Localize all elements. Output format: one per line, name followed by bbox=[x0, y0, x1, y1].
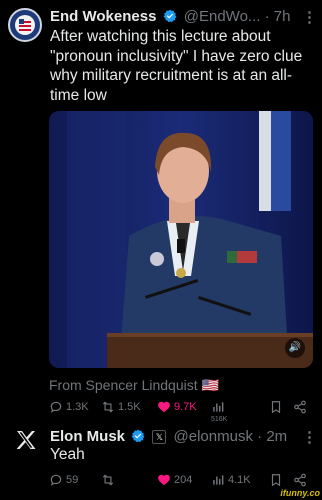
attribution-text: From Spencer Lindquist bbox=[49, 377, 198, 393]
tweet2-actions: 59 204 4.1K bbox=[49, 473, 316, 491]
repost-icon bbox=[102, 401, 114, 413]
reply-button[interactable]: 59 bbox=[49, 473, 78, 487]
repost-button[interactable] bbox=[101, 473, 115, 487]
reply-count: 1.3K bbox=[66, 401, 89, 413]
tweet-actions: 1.3K 1.5K 9.7K 516K bbox=[49, 400, 316, 423]
tweet-time[interactable]: 7h bbox=[274, 8, 291, 25]
bookmark-icon bbox=[271, 474, 281, 487]
reply-icon bbox=[50, 401, 62, 413]
reply-icon bbox=[50, 474, 62, 486]
watermark: ifunny.co bbox=[280, 488, 320, 498]
more-icon[interactable]: ⋮ bbox=[302, 428, 317, 446]
bookmark-button[interactable] bbox=[269, 473, 283, 487]
views-count: 4.1K bbox=[228, 474, 251, 486]
repost-button[interactable]: 1.5K bbox=[101, 400, 141, 414]
views-icon bbox=[213, 475, 224, 485]
like-button[interactable]: 204 bbox=[157, 473, 192, 487]
seal-logo-icon bbox=[11, 11, 39, 39]
us-flag-emoji: 🇺🇸 bbox=[201, 377, 219, 393]
tweet-time[interactable]: 2m bbox=[266, 428, 287, 445]
share-icon bbox=[294, 400, 306, 414]
author-handle[interactable]: @EndWo... bbox=[184, 8, 261, 25]
avatar[interactable] bbox=[8, 8, 42, 42]
separator-dot: · bbox=[264, 8, 270, 25]
views-button[interactable] bbox=[211, 400, 225, 414]
like-icon bbox=[158, 474, 170, 486]
more-icon[interactable]: ⋮ bbox=[302, 8, 317, 26]
separator-dot: · bbox=[257, 428, 263, 445]
tweet-text: After watching this lecture about "prono… bbox=[50, 28, 303, 104]
tweet-text: Yeah bbox=[50, 446, 85, 463]
views-icon bbox=[213, 402, 224, 412]
reply-button[interactable]: 1.3K bbox=[49, 400, 89, 414]
video-media[interactable]: 🔊 bbox=[49, 111, 313, 368]
share-button[interactable] bbox=[293, 473, 307, 487]
bookmark-button[interactable] bbox=[269, 400, 283, 414]
bookmark-icon bbox=[271, 401, 281, 414]
author-handle[interactable]: @elonmusk bbox=[174, 428, 253, 445]
share-button[interactable] bbox=[293, 400, 307, 414]
repost-icon bbox=[102, 474, 114, 486]
tweet2-header: Elon Musk 𝕏 @elonmusk · 2m ⋮ bbox=[50, 428, 317, 447]
tweet-header: End Wokeness @EndWo... · 7h ⋮ bbox=[50, 8, 317, 27]
sound-icon[interactable]: 🔊 bbox=[285, 338, 305, 358]
verified-icon bbox=[131, 429, 145, 447]
reply-count: 59 bbox=[66, 474, 79, 486]
verified-icon bbox=[163, 9, 177, 27]
like-count: 204 bbox=[174, 474, 193, 486]
author-name[interactable]: End Wokeness bbox=[50, 8, 156, 25]
share-icon bbox=[294, 473, 306, 487]
tweet-end-wokeness[interactable]: End Wokeness @EndWo... · 7h ⋮ After watc… bbox=[0, 0, 322, 423]
author-name[interactable]: Elon Musk bbox=[50, 428, 125, 445]
x-logo-icon[interactable] bbox=[14, 428, 38, 452]
like-button[interactable]: 9.7K bbox=[157, 400, 197, 414]
views-button[interactable]: 4.1K bbox=[211, 473, 251, 487]
repost-count: 1.5K bbox=[118, 401, 141, 413]
video-attribution[interactable]: From Spencer Lindquist 🇺🇸 bbox=[49, 377, 219, 394]
like-icon bbox=[158, 401, 170, 413]
x-affiliate-badge-icon: 𝕏 bbox=[152, 430, 167, 444]
speaker-video-frame bbox=[49, 111, 313, 368]
like-count: 9.7K bbox=[174, 401, 197, 413]
